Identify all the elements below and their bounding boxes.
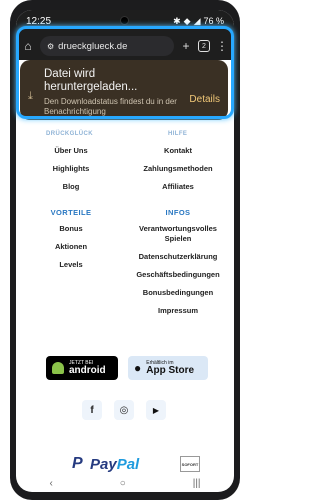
status-time: 12:25 — [26, 15, 52, 27]
android-badge-big: android — [69, 364, 106, 376]
url-text: drueckglueck.de — [58, 40, 128, 52]
home-icon[interactable]: ⌂ — [22, 39, 34, 53]
footer-heading-vorteile: VORTEILE — [50, 208, 92, 217]
battery-text: 76 % — [203, 16, 224, 26]
footer-heading-infos: INFOS — [165, 208, 191, 217]
youtube-icon[interactable]: ▶ — [146, 400, 166, 420]
footer-link-aktionen[interactable]: Aktionen — [36, 242, 106, 251]
footer-link-ueber-uns[interactable]: Über Uns — [36, 146, 106, 155]
sofort-logo: SOFORT — [180, 456, 200, 472]
footer-link-blog[interactable]: Blog — [36, 182, 106, 191]
footer-heading-left: DRÜCKGLÜCK — [46, 131, 93, 137]
paypal-pal: Pal — [116, 455, 140, 473]
footer-link-levels[interactable]: Levels — [36, 260, 106, 269]
android-icon — [52, 362, 64, 374]
footer-link-bonusbedingungen[interactable]: Bonusbedingungen — [128, 288, 228, 297]
back-icon[interactable]: ‹ — [49, 478, 52, 489]
footer-link-impressum[interactable]: Impressum — [128, 306, 228, 315]
footer-link-datenschutz[interactable]: Datenschutzerklärung — [128, 252, 228, 261]
instagram-icon[interactable]: ◎ — [114, 400, 134, 420]
facebook-icon[interactable]: f — [82, 400, 102, 420]
footer-link-verantwortung[interactable]: Verantwortungsvolles Spielen — [128, 224, 228, 244]
apple-icon: ● — [134, 361, 142, 375]
android-nav-bar: ‹ ○ ||| — [16, 474, 234, 492]
download-subtitle: Den Downloadstatus findest du in der Ben… — [44, 97, 177, 116]
address-bar[interactable]: ⚙ drueckglueck.de — [40, 36, 174, 56]
paypal-pay: Pay — [90, 455, 117, 473]
camera-icon — [120, 16, 129, 25]
site-settings-icon[interactable]: ⚙ — [47, 42, 54, 51]
wifi-icon: ◆ — [183, 15, 191, 26]
bluetooth-icon: ✱ — [173, 15, 181, 26]
signal-icon: ◢ — [193, 15, 201, 26]
download-icon: ⤓ — [28, 90, 33, 102]
recents-icon[interactable]: ||| — [193, 478, 201, 489]
details-button[interactable]: Details — [183, 68, 220, 114]
download-title: Datei wird heruntergeladen... — [44, 68, 138, 93]
screen: 12:25 ✱ ◆ ◢ 76 % ⌂ ⚙ drueckglueck.de + 2… — [16, 10, 234, 492]
footer-link-kontakt[interactable]: Kontakt — [128, 146, 228, 155]
new-tab-icon[interactable]: + — [180, 39, 192, 53]
paypal-icon: P — [72, 455, 83, 472]
status-bar: 12:25 ✱ ◆ ◢ 76 % — [16, 10, 234, 32]
download-notification: ⤓ Datei wird heruntergeladen... Den Down… — [20, 60, 228, 120]
android-download-badge[interactable]: JETZT BEI android — [46, 356, 118, 380]
footer-link-zahlungsmethoden[interactable]: Zahlungsmethoden — [128, 164, 228, 173]
footer-link-bonus[interactable]: Bonus — [36, 224, 106, 233]
footer-link-affiliates[interactable]: Affiliates — [128, 182, 228, 191]
menu-icon[interactable]: ⋮ — [216, 39, 228, 53]
footer-heading-right: HILFE — [168, 131, 188, 137]
app-store-badge[interactable]: ● Erhältlich im App Store — [128, 356, 208, 380]
footer-link-agb[interactable]: Geschäftsbedingungen — [128, 270, 228, 279]
apple-badge-big: App Store — [146, 364, 195, 376]
footer-link-highlights[interactable]: Highlights — [36, 164, 106, 173]
tab-switcher-button[interactable]: 2 — [198, 40, 210, 52]
browser-toolbar: ⌂ ⚙ drueckglueck.de + 2 ⋮ — [16, 32, 234, 60]
paypal-logo: P PayPal — [72, 455, 139, 473]
home-button-icon[interactable]: ○ — [120, 478, 126, 489]
